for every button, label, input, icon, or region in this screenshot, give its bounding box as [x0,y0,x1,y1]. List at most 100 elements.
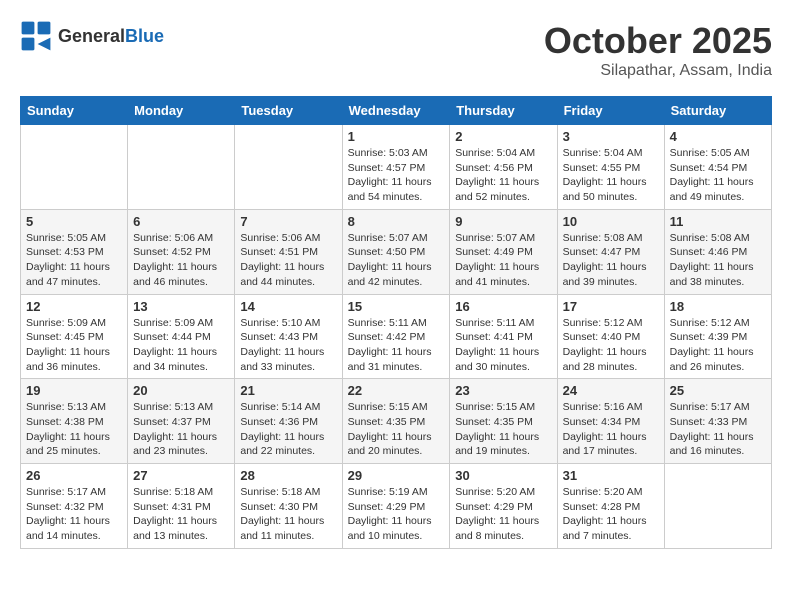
calendar-cell: 3Sunrise: 5:04 AM Sunset: 4:55 PM Daylig… [557,125,664,210]
day-number: 15 [348,299,445,314]
calendar-cell: 25 Sunrise: 5:17 AM Sunset: 4:33 PM Dayli… [664,379,771,464]
weekday-header-monday: Monday [128,97,235,125]
day-number: 29 [348,468,445,483]
calendar-cell: 27 Sunrise: 5:18 AM Sunset: 4:31 PM Dayli… [128,464,235,549]
day-info: Sunrise: 5:19 AM Sunset: 4:29 PM Dayligh… [348,485,445,544]
calendar-cell: 16Sunrise: 5:11 AM Sunset: 4:41 PM Dayli… [450,294,557,379]
day-number: 17 [563,299,659,314]
logo-blue-text: Blue [125,26,164,47]
day-info: Sunrise: 5:17 AM Sunset: 4:32 PM Dayligh… [26,485,122,544]
day-number: 19 [26,383,122,398]
calendar-week-row: 5 Sunrise: 5:05 AM Sunset: 4:53 PM Daylig… [21,209,772,294]
day-number: 23 [455,383,551,398]
calendar-cell: 13 Sunrise: 5:09 AM Sunset: 4:44 PM Dayli… [128,294,235,379]
day-number: 6 [133,214,229,229]
day-number: 25 [670,383,766,398]
calendar-cell: 18Sunrise: 5:12 AM Sunset: 4:39 PM Dayli… [664,294,771,379]
calendar-cell: 28Sunrise: 5:18 AM Sunset: 4:30 PM Dayli… [235,464,342,549]
day-info: Sunrise: 5:10 AM Sunset: 4:43 PM Dayligh… [240,316,336,375]
day-info: Sunrise: 5:13 AM Sunset: 4:37 PM Dayligh… [133,400,229,459]
weekday-header-friday: Friday [557,97,664,125]
day-info: Sunrise: 5:04 AM Sunset: 4:55 PM Dayligh… [563,146,659,205]
calendar-cell [128,125,235,210]
day-info: Sunrise: 5:03 AM Sunset: 4:57 PM Dayligh… [348,146,445,205]
calendar-cell: 5 Sunrise: 5:05 AM Sunset: 4:53 PM Daylig… [21,209,128,294]
day-info: Sunrise: 5:07 AM Sunset: 4:50 PM Dayligh… [348,231,445,290]
day-info: Sunrise: 5:05 AM Sunset: 4:53 PM Dayligh… [26,231,122,290]
weekday-header-tuesday: Tuesday [235,97,342,125]
calendar-cell [235,125,342,210]
day-info: Sunrise: 5:15 AM Sunset: 4:35 PM Dayligh… [348,400,445,459]
day-info: Sunrise: 5:16 AM Sunset: 4:34 PM Dayligh… [563,400,659,459]
calendar-cell: 29 Sunrise: 5:19 AM Sunset: 4:29 PM Dayli… [342,464,450,549]
day-number: 27 [133,468,229,483]
day-number: 24 [563,383,659,398]
day-info: Sunrise: 5:08 AM Sunset: 4:47 PM Dayligh… [563,231,659,290]
weekday-header-sunday: Sunday [21,97,128,125]
day-number: 4 [670,129,766,144]
day-number: 14 [240,299,336,314]
calendar-cell: 21 Sunrise: 5:14 AM Sunset: 4:36 PM Dayli… [235,379,342,464]
logo-general-text: General [58,26,125,47]
day-number: 13 [133,299,229,314]
calendar-cell: 1 Sunrise: 5:03 AM Sunset: 4:57 PM Daylig… [342,125,450,210]
calendar-week-row: 26 Sunrise: 5:17 AM Sunset: 4:32 PM Dayli… [21,464,772,549]
day-info: Sunrise: 5:09 AM Sunset: 4:45 PM Dayligh… [26,316,122,375]
calendar-cell: 10 Sunrise: 5:08 AM Sunset: 4:47 PM Dayli… [557,209,664,294]
calendar-cell [664,464,771,549]
day-info: Sunrise: 5:06 AM Sunset: 4:52 PM Dayligh… [133,231,229,290]
day-info: Sunrise: 5:04 AM Sunset: 4:56 PM Dayligh… [455,146,551,205]
calendar-cell: 9Sunrise: 5:07 AM Sunset: 4:49 PM Daylig… [450,209,557,294]
day-number: 12 [26,299,122,314]
calendar-week-row: 12 Sunrise: 5:09 AM Sunset: 4:45 PM Dayli… [21,294,772,379]
weekday-header-row: SundayMondayTuesdayWednesdayThursdayFrid… [21,97,772,125]
calendar-cell: 11Sunrise: 5:08 AM Sunset: 4:46 PM Dayli… [664,209,771,294]
day-number: 5 [26,214,122,229]
day-number: 1 [348,129,445,144]
day-number: 10 [563,214,659,229]
day-number: 21 [240,383,336,398]
day-number: 22 [348,383,445,398]
calendar-cell: 24 Sunrise: 5:16 AM Sunset: 4:34 PM Dayli… [557,379,664,464]
calendar-week-row: 1 Sunrise: 5:03 AM Sunset: 4:57 PM Daylig… [21,125,772,210]
calendar-cell: 6 Sunrise: 5:06 AM Sunset: 4:52 PM Daylig… [128,209,235,294]
calendar-cell: 22 Sunrise: 5:15 AM Sunset: 4:35 PM Dayli… [342,379,450,464]
location-title: Silapathar, Assam, India [544,62,772,80]
weekday-header-wednesday: Wednesday [342,97,450,125]
logo: GeneralBlue [20,20,164,52]
day-info: Sunrise: 5:20 AM Sunset: 4:28 PM Dayligh… [563,485,659,544]
title-block: October 2025 Silapathar, Assam, India [544,20,772,80]
day-info: Sunrise: 5:05 AM Sunset: 4:54 PM Dayligh… [670,146,766,205]
calendar-cell: 7Sunrise: 5:06 AM Sunset: 4:51 PM Daylig… [235,209,342,294]
day-info: Sunrise: 5:20 AM Sunset: 4:29 PM Dayligh… [455,485,551,544]
day-number: 31 [563,468,659,483]
day-info: Sunrise: 5:18 AM Sunset: 4:31 PM Dayligh… [133,485,229,544]
calendar-cell: 20Sunrise: 5:13 AM Sunset: 4:37 PM Dayli… [128,379,235,464]
day-info: Sunrise: 5:11 AM Sunset: 4:41 PM Dayligh… [455,316,551,375]
calendar-cell: 23 Sunrise: 5:15 AM Sunset: 4:35 PM Dayli… [450,379,557,464]
calendar-cell: 17 Sunrise: 5:12 AM Sunset: 4:40 PM Dayli… [557,294,664,379]
day-number: 2 [455,129,551,144]
calendar-table: SundayMondayTuesdayWednesdayThursdayFrid… [20,96,772,549]
day-number: 28 [240,468,336,483]
day-number: 7 [240,214,336,229]
page-header: GeneralBlue October 2025 Silapathar, Ass… [20,20,772,80]
calendar-cell: 15Sunrise: 5:11 AM Sunset: 4:42 PM Dayli… [342,294,450,379]
day-info: Sunrise: 5:17 AM Sunset: 4:33 PM Dayligh… [670,400,766,459]
day-number: 8 [348,214,445,229]
day-info: Sunrise: 5:14 AM Sunset: 4:36 PM Dayligh… [240,400,336,459]
calendar-cell: 26 Sunrise: 5:17 AM Sunset: 4:32 PM Dayli… [21,464,128,549]
day-info: Sunrise: 5:12 AM Sunset: 4:40 PM Dayligh… [563,316,659,375]
day-number: 26 [26,468,122,483]
calendar-cell [21,125,128,210]
day-info: Sunrise: 5:15 AM Sunset: 4:35 PM Dayligh… [455,400,551,459]
calendar-cell: 31 Sunrise: 5:20 AM Sunset: 4:28 PM Dayli… [557,464,664,549]
day-info: Sunrise: 5:08 AM Sunset: 4:46 PM Dayligh… [670,231,766,290]
calendar-cell: 8 Sunrise: 5:07 AM Sunset: 4:50 PM Daylig… [342,209,450,294]
weekday-header-saturday: Saturday [664,97,771,125]
calendar-cell: 19Sunrise: 5:13 AM Sunset: 4:38 PM Dayli… [21,379,128,464]
month-title: October 2025 [544,20,772,62]
day-number: 30 [455,468,551,483]
calendar-cell: 12 Sunrise: 5:09 AM Sunset: 4:45 PM Dayli… [21,294,128,379]
day-info: Sunrise: 5:09 AM Sunset: 4:44 PM Dayligh… [133,316,229,375]
